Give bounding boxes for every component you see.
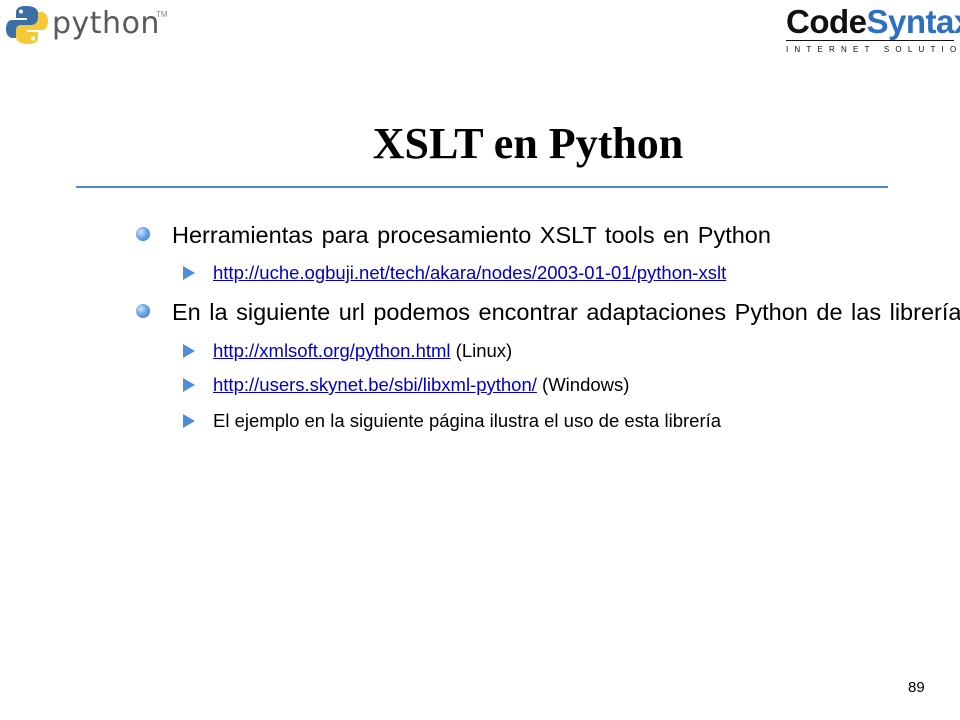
link-suffix: (Windows) <box>536 374 630 395</box>
bullet-list: Herramientas para procesamiento XSLT too… <box>0 0 960 720</box>
sub-bullet-item: http://users.skynet.be/sbi/libxml-python… <box>183 373 630 397</box>
bullet-text: En la siguiente url podemos encontrar ad… <box>172 299 960 325</box>
xslt-tools-link[interactable]: http://uche.ogbuji.net/tech/akara/nodes/… <box>213 262 726 283</box>
bullet-text: Herramientas para procesamiento XSLT too… <box>172 222 771 248</box>
sub-bullet-text: El ejemplo en la siguiente página ilustr… <box>213 410 722 431</box>
sub-bullet-item: http://xmlsoft.org/python.html (Linux) <box>183 339 513 363</box>
sub-bullet-item: http://uche.ogbuji.net/tech/akara/nodes/… <box>183 261 726 285</box>
blue-ball-bullet-icon <box>136 227 150 241</box>
blue-arrow-bullet-icon <box>183 266 195 280</box>
xmlsoft-python-link[interactable]: http://xmlsoft.org/python.html <box>213 340 451 361</box>
page-number: 89 <box>908 679 925 696</box>
blue-arrow-bullet-icon <box>183 378 195 392</box>
bullet-item: En la siguiente url podemos encontrar ad… <box>136 298 960 326</box>
blue-arrow-bullet-icon <box>183 414 195 428</box>
libxml-python-link[interactable]: http://users.skynet.be/sbi/libxml-python… <box>213 374 537 395</box>
bullet-item: Herramientas para procesamiento XSLT too… <box>136 221 771 249</box>
link-suffix: (Linux) <box>450 340 513 361</box>
blue-arrow-bullet-icon <box>183 344 195 358</box>
blue-ball-bullet-icon <box>136 304 150 318</box>
sub-bullet-item: El ejemplo en la siguiente página ilustr… <box>183 409 722 433</box>
